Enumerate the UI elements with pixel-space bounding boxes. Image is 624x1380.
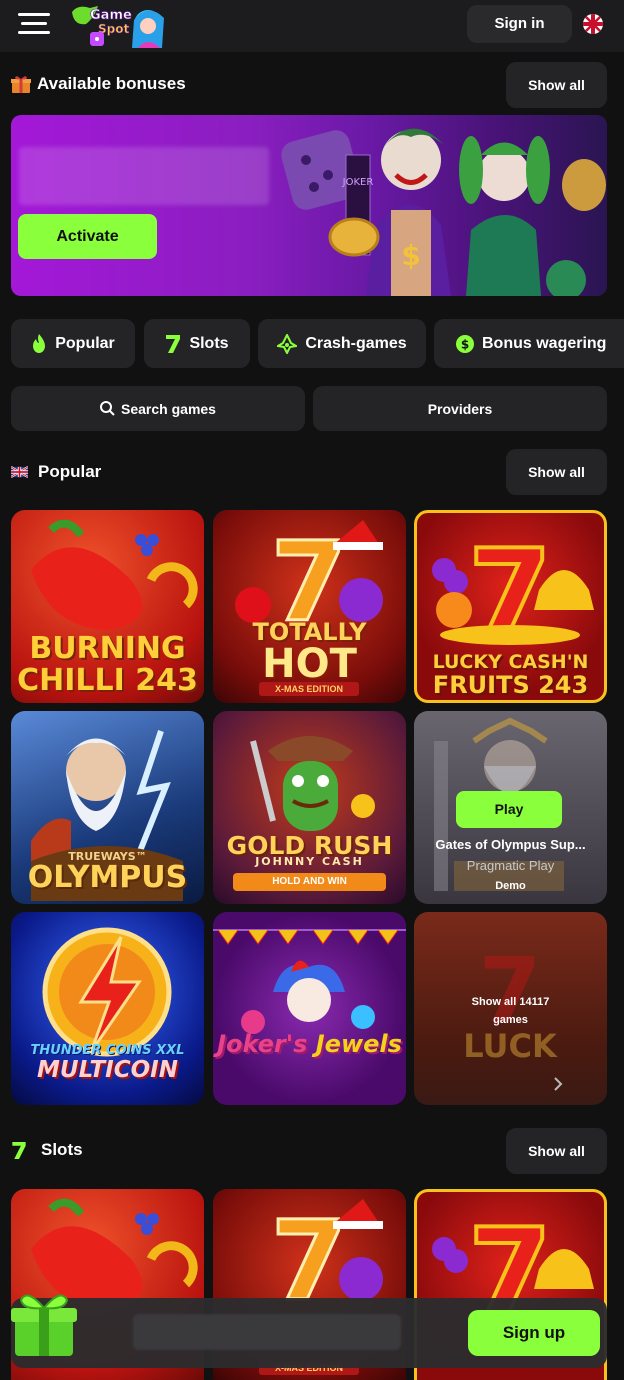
game-title-line2: MULTICOIN <box>37 1057 178 1083</box>
popular-show-all-button[interactable]: Show all <box>506 449 607 495</box>
flame-icon <box>33 333 46 353</box>
game-tile-jokers-jewels[interactable]: Joker's Jewels <box>213 912 406 1105</box>
bonus-text-blurred <box>19 147 269 205</box>
category-crash-label: Crash-games <box>305 334 407 352</box>
show-all-games-tile[interactable]: 7 LUCK Show all 14117 games <box>414 912 607 1105</box>
category-bonus-label: Bonus wagering <box>482 334 607 352</box>
banner-artwork: JOKER $ <box>281 128 606 296</box>
gamespot-logo[interactable]: Game Spot <box>68 2 176 50</box>
game-tile-olympus[interactable]: TRUEWAYS™ OLYMPUS <box>11 711 204 904</box>
game-title-line1: LUCKY CASH'N <box>432 651 589 673</box>
bottom-signup-bar: Sign up <box>11 1294 607 1368</box>
demo-link[interactable]: Demo <box>414 881 607 892</box>
svg-text:LUCK: LUCK <box>463 1027 558 1065</box>
game-tile-totally-hot[interactable]: 7 TOTALLY HOT X-MAS EDITION <box>213 510 406 703</box>
bonuses-heading: Available bonuses <box>11 74 186 94</box>
category-bonus-wagering[interactable]: $ Bonus wagering <box>434 319 624 368</box>
game-title-line2: CHILLI 243 <box>17 663 198 698</box>
category-popular[interactable]: Popular <box>11 319 135 368</box>
game-title-line2: JOHNNY CASH <box>255 855 364 868</box>
menu-icon[interactable] <box>18 13 50 37</box>
game-title-line2: Jewels <box>315 1030 402 1058</box>
seven-icon <box>166 334 181 353</box>
game-tile-burning-chilli[interactable]: BURNING CHILLI 243 <box>11 510 204 703</box>
bonus-banner[interactable]: JOKER $ Activate <box>11 115 607 296</box>
svg-text:Game: Game <box>90 8 132 23</box>
search-games-button[interactable]: Search games <box>11 386 305 431</box>
uk-flag-icon <box>11 466 28 478</box>
category-slots[interactable]: Slots <box>144 319 250 368</box>
category-slots-label: Slots <box>189 334 229 352</box>
jester-art <box>213 929 406 1034</box>
search-icon <box>100 401 115 416</box>
game-title-line2: FRUITS 243 <box>432 671 589 699</box>
game-tile-lucky-cash-fruits[interactable]: 7 LUCKY CASH'N FRUITS 243 <box>414 510 607 703</box>
dollar-coin-icon: $ <box>456 334 474 353</box>
sign-up-button[interactable]: Sign up <box>468 1310 600 1356</box>
game-title-line1: THUNDER COINS XXL <box>30 1043 185 1058</box>
game-tile-thunder-coins[interactable]: THUNDER COINS XXL MULTICOIN <box>11 912 204 1105</box>
game-hover-title: Gates of Olympus Sup... <box>435 837 586 852</box>
slots-show-all-button[interactable]: Show all <box>506 1128 607 1174</box>
bonus-offer-blurred <box>133 1314 401 1350</box>
slots-title: Slots <box>41 1140 83 1159</box>
game-title-line2: HOT <box>262 641 357 687</box>
game-tile-gold-rush[interactable]: GOLD RUSH JOHNNY CASH HOLD AND WIN <box>213 711 406 904</box>
search-games-label: Search games <box>121 400 216 417</box>
game-title-line1: BURNING <box>29 631 186 666</box>
slots-heading: Slots <box>11 1140 83 1160</box>
seven-icon <box>12 1141 26 1159</box>
providers-button[interactable]: Providers <box>313 386 607 431</box>
green-gift-icon <box>11 1294 77 1356</box>
uk-flag-icon[interactable] <box>583 14 603 34</box>
game-tile-gates-of-olympus[interactable]: Play Gates of Olympus Sup... Pragmatic P… <box>414 711 607 904</box>
top-header: Game Spot Sign in <box>0 0 624 52</box>
jokers-jewels-title: Joker's Jewels <box>213 1032 406 1056</box>
category-crash-games[interactable]: Crash-games <box>258 319 426 368</box>
bonuses-title: Available bonuses <box>37 74 186 93</box>
crash-icon <box>277 333 298 354</box>
popular-title: Popular <box>38 462 102 481</box>
game-subtitle-badge: HOLD AND WIN <box>233 873 386 891</box>
svg-text:JOKER: JOKER <box>342 177 374 188</box>
game-provider: Pragmatic Play <box>466 858 555 873</box>
providers-label: Providers <box>427 400 493 417</box>
category-popular-label: Popular <box>55 334 115 352</box>
gift-icon <box>11 76 31 93</box>
show-all-games-label: Show all 14117 games <box>471 996 550 1026</box>
activate-button[interactable]: Activate <box>18 214 157 259</box>
game-title-line2: OLYMPUS <box>27 860 188 895</box>
svg-text:$: $ <box>461 337 469 351</box>
popular-heading: Popular <box>11 462 101 482</box>
bonuses-show-all-button[interactable]: Show all <box>506 62 607 108</box>
game-subtitle-badge: X-MAS EDITION <box>259 682 359 696</box>
play-button[interactable]: Play <box>456 791 562 828</box>
svg-text:$: $ <box>401 239 420 272</box>
chevron-right-icon[interactable] <box>552 1076 564 1092</box>
sign-in-button[interactable]: Sign in <box>467 5 572 43</box>
game-title-line1: Joker's <box>217 1030 308 1058</box>
